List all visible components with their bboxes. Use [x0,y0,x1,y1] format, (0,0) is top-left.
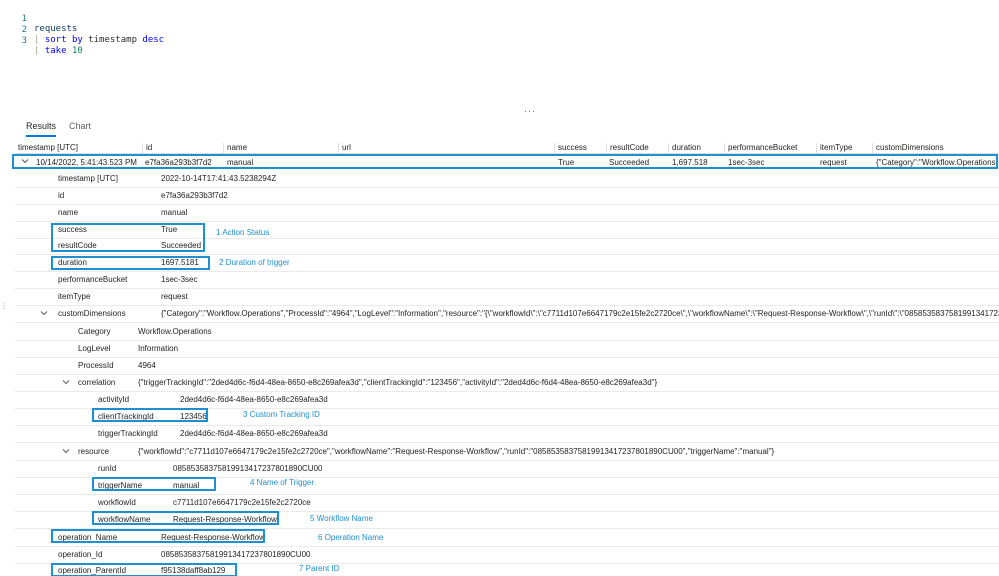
callout-workflow-name: 5 Workflow Name [310,514,373,523]
detail-key: runId [98,464,117,473]
grid-header: timestamp [UTC] id name url success resu… [15,141,999,155]
detail-value: e7fa36a293b3f7d2 [161,191,228,200]
tab-chart[interactable]: Chart [69,121,91,137]
cell-customdimensions: {"Category":"Workflow.Operations", [876,158,996,167]
detail-key: id [58,191,65,200]
detail-key: Category [78,327,111,336]
highlight-box-duration [51,256,210,270]
detail-value: c7711d107e6647179c2e15fe2c2720ce [173,498,311,507]
detail-value: {"Category":"Workflow.Operations","Proce… [161,309,999,318]
detail-key: correlation [78,378,116,387]
detail-key: itemType [58,292,91,301]
cell-itemtype: request [820,158,847,167]
code-line-2: 2 | sort by timestamp desc [0,15,400,45]
detail-value: 2ded4d6c-f6d4-48ea-8650-e8c269afea3d [180,395,328,404]
detail-value: 1sec-3sec [161,275,198,284]
cell-timestamp: 10/14/2022, 5:41:43.523 PM [36,158,137,167]
callout-client-tracking-id: 3 Custom Tracking ID [243,410,320,419]
detail-value: {"workflowId":"c7711d107e6647179c2e15fe2… [138,447,775,456]
detail-key: resource [78,447,110,456]
detail-key: workflowId [98,498,136,507]
detail-value: 4964 [138,361,156,370]
callout-operation-name: 6 Operation Name [318,533,384,542]
highlight-box-client-tracking-id [92,408,208,422]
detail-value: 2022-10-14T17:41:43.5238294Z [161,174,277,183]
chevron-down-icon[interactable] [40,309,48,319]
callout-duration: 2 Duration of trigger [219,258,290,267]
cell-performancebucket: 1sec-3sec [728,158,765,167]
detail-key: name [58,208,79,217]
detail-key: activityId [98,395,130,404]
detail-value: 2ded4d6c-f6d4-48ea-8650-e8c269afea3d [180,429,328,438]
code-line-1: 1 requests [0,4,400,34]
tab-results[interactable]: Results [26,121,57,137]
detail-key: performanceBucket [58,275,128,284]
pipe-operator: | [34,46,40,56]
detail-key: triggerTrackingId [98,429,158,438]
highlight-box-workflow-name [92,511,279,525]
callout-parent-id: 7 Parent ID [299,564,340,573]
cell-duration: 1,697.518 [672,158,708,167]
resize-grip-icon[interactable]: ⋮ [0,301,8,310]
chevron-down-icon[interactable] [21,157,29,167]
detail-value: {"triggerTrackingId":"2ded4d6c-f6d4-48ea… [138,378,658,387]
cell-resultcode: Succeeded [609,158,650,167]
detail-key: operation_Id [58,550,103,559]
detail-key: ProcessId [78,361,114,370]
highlight-box-operation-name [51,529,265,543]
detail-value: 08585358375819913417237801890CU00 [161,550,311,559]
highlight-box-parent-id [51,563,237,576]
code-line-3: 3 | take 10 [0,26,400,56]
query-editor[interactable]: 1 requests 2 | sort by timestamp desc 3 … [0,0,999,108]
detail-value: request [161,292,188,301]
chevron-down-icon[interactable] [62,378,70,388]
number-literal: 10 [71,46,83,56]
cell-success: True [558,158,575,167]
table-row[interactable]: 10/14/2022, 5:41:43.523 PM e7fa36a293b3f… [12,154,998,169]
callout-trigger-name: 4 Name of Trigger [250,478,315,487]
detail-value: Information [138,344,179,353]
cell-id: e7fa36a293b3f7d2 [145,158,212,167]
detail-key: timestamp [UTC] [58,174,119,183]
line-number: 3 [21,36,27,46]
detail-value: 08585358375819913417237801890CU00 [173,464,323,473]
highlight-box-action-status [51,223,205,252]
callout-action-status: 1 Action Status [216,228,270,237]
pane-splitter[interactable]: ··· [524,106,536,116]
detail-key: customDimensions [58,309,126,318]
cell-name: manual [227,158,254,167]
keyword: take [44,46,67,56]
detail-value: Workflow.Operations [138,327,212,336]
highlight-box-trigger-name [92,477,216,491]
detail-value: manual [161,208,188,217]
detail-key: LogLevel [78,344,111,353]
chevron-down-icon[interactable] [62,447,70,457]
